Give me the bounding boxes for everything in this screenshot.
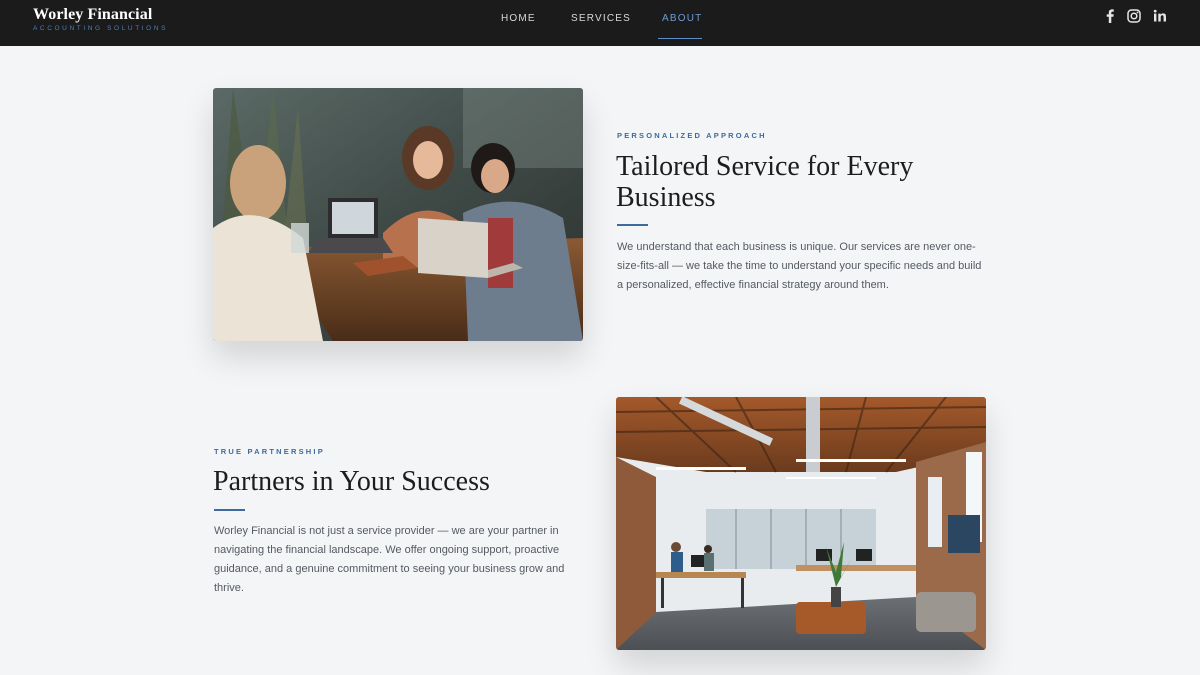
brand-tagline: ACCOUNTING SOLUTIONS [33, 25, 169, 32]
section-body: Worley Financial is not just a service p… [214, 522, 584, 598]
section-eyebrow: PERSONALIZED APPROACH [617, 131, 767, 140]
section-body-line: navigating the financial landscape. We o… [214, 544, 560, 556]
site-header: Worley Financial ACCOUNTING SOLUTIONS HO… [0, 0, 1200, 46]
section-body-line: guidance, and a genuine commitment to se… [214, 563, 565, 575]
section-body-line: size-fits-all — we take the time to unde… [617, 260, 982, 272]
section-divider [617, 224, 648, 226]
section-eyebrow: TRUE PARTNERSHIP [214, 447, 325, 456]
section-heading-line: Business [616, 182, 716, 213]
section-heading-line: Tailored Service for Every [616, 151, 914, 182]
nav-home[interactable]: HOME [501, 13, 536, 24]
section-divider [214, 509, 245, 511]
instagram-icon[interactable] [1126, 8, 1142, 24]
nav-active-indicator [658, 38, 702, 39]
section-body-line: We understand that each business is uniq… [617, 241, 976, 253]
section-body-line: thrive. [214, 582, 244, 594]
team-meeting-photo [213, 88, 583, 341]
linkedin-icon[interactable] [1152, 8, 1168, 24]
office-interior-photo [616, 397, 986, 650]
section-heading: Tailored Service for Every Business [616, 151, 976, 213]
section-body-line: Worley Financial is not just a service p… [214, 525, 559, 537]
section-heading: Partners in Your Success [213, 466, 573, 497]
brand-logo[interactable]: Worley Financial ACCOUNTING SOLUTIONS [33, 6, 168, 33]
section-body-line: a personalized, effective financial stra… [617, 279, 889, 291]
nav-services[interactable]: SERVICES [571, 13, 631, 24]
section-heading-line: Partners in Your Success [213, 466, 490, 497]
nav-about[interactable]: ABOUT [662, 13, 702, 24]
brand-name: Worley Financial [33, 6, 153, 23]
facebook-icon[interactable] [1102, 8, 1118, 24]
section-body: We understand that each business is uniq… [617, 238, 997, 295]
